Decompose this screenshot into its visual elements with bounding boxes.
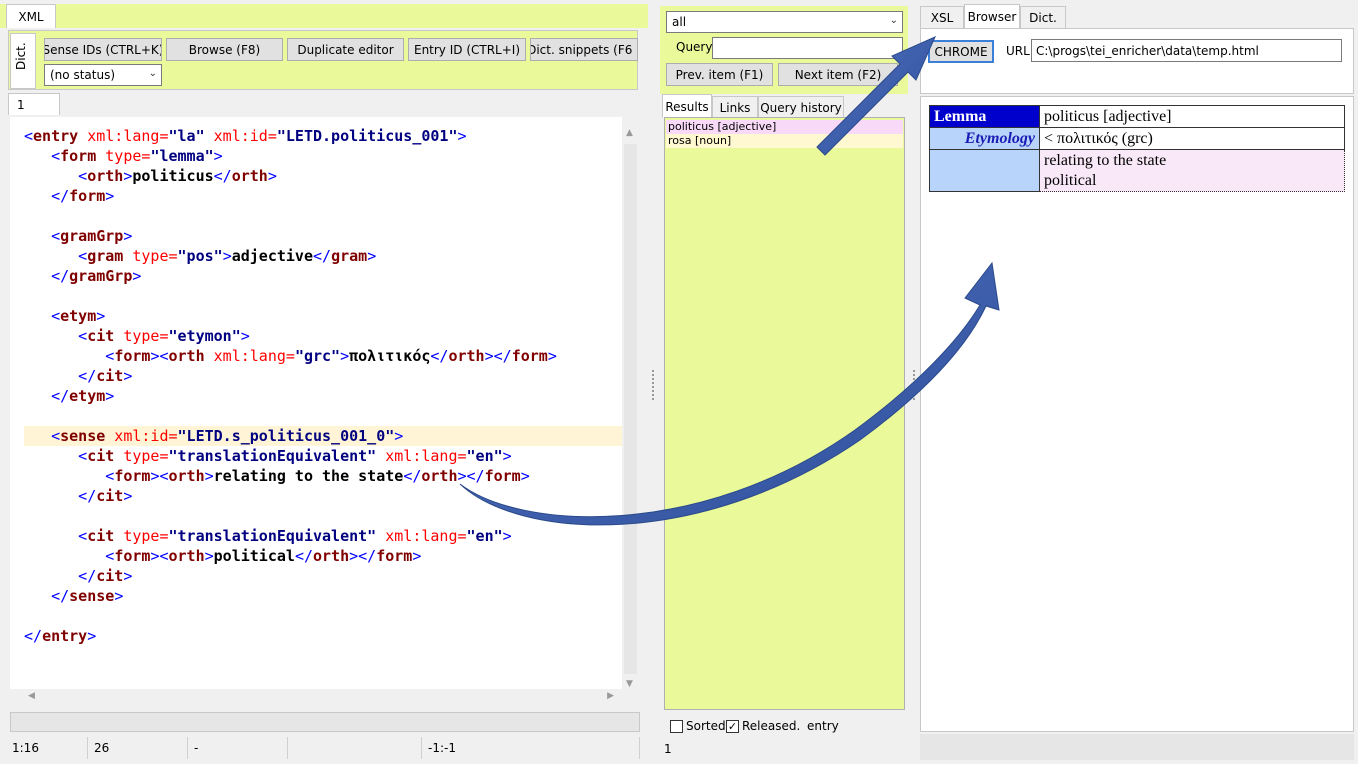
annotation-arrows [459,36,1000,526]
arrow-to-browser [459,261,1000,526]
arrow-to-chrome [816,36,936,156]
